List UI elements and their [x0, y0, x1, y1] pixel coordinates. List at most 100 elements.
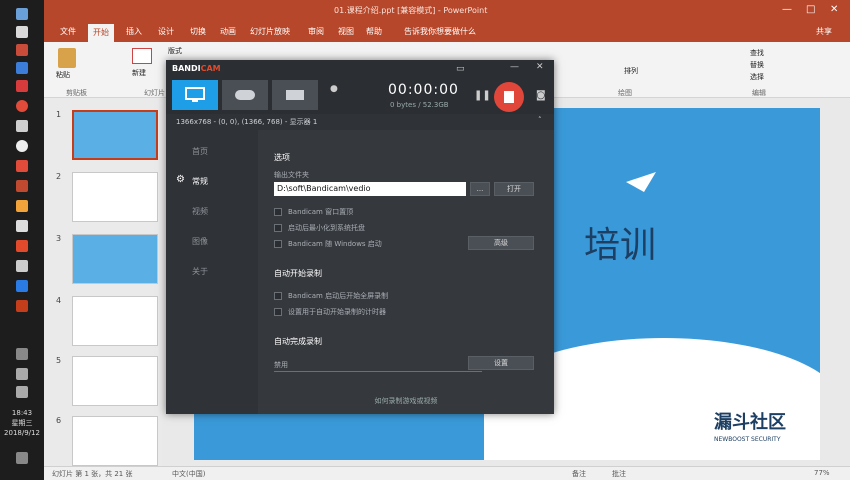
tab-insert[interactable]: 插入	[126, 26, 142, 37]
tab-file[interactable]: 文件	[60, 26, 76, 37]
new-slide-icon[interactable]	[132, 48, 152, 64]
select-button[interactable]: 选择	[750, 72, 764, 82]
zoom-level[interactable]: 77%	[814, 469, 830, 477]
record-button[interactable]	[494, 82, 524, 112]
app-icon[interactable]	[16, 280, 28, 292]
language-indicator[interactable]: 中文(中国)	[172, 469, 205, 479]
advanced-button[interactable]: 高级	[468, 236, 534, 250]
title-bar: 01.课程介绍.ppt [兼容模式] - PowerPoint — □ ✕	[44, 0, 850, 22]
tab-transitions[interactable]: 切换	[190, 26, 206, 37]
paste-button[interactable]: 粘贴	[56, 70, 70, 80]
layout-button[interactable]: 版式	[168, 46, 182, 56]
pause-icon[interactable]: ❚❚	[474, 90, 491, 101]
app-icon[interactable]	[16, 100, 28, 112]
slide-number: 2	[56, 172, 62, 181]
app-icon[interactable]	[16, 120, 28, 132]
app-icon[interactable]	[16, 240, 28, 252]
tab-slideshow[interactable]: 幻灯片放映	[250, 26, 290, 37]
share-button[interactable]: 共享	[816, 26, 832, 37]
nav-image[interactable]: 图像	[192, 236, 208, 247]
arrange-button[interactable]: 排列	[624, 66, 638, 76]
paste-icon[interactable]	[58, 48, 76, 68]
app-icon[interactable]	[16, 62, 28, 74]
app-icon[interactable]	[16, 220, 28, 232]
replace-button[interactable]: 替换	[750, 60, 764, 70]
screen-mode-button[interactable]	[172, 80, 218, 110]
notes-button[interactable]: 备注	[572, 469, 586, 479]
slide-thumbnail[interactable]	[72, 234, 158, 284]
run-on-startup-label: Bandicam 随 Windows 启动	[288, 240, 382, 248]
notification-icon[interactable]	[16, 452, 28, 464]
app-icon[interactable]	[16, 44, 28, 56]
app-icon[interactable]	[16, 80, 28, 92]
close-button[interactable]: ✕	[830, 4, 838, 15]
folder-icon[interactable]: ▭	[456, 64, 465, 74]
general-settings-panel: 选项 输出文件夹 D:\soft\Bandicam\vedio ... 打开 B…	[258, 130, 554, 414]
tell-me-search[interactable]: 告诉我你想要做什么	[404, 26, 476, 37]
app-icon[interactable]	[16, 180, 28, 192]
app-icon[interactable]	[16, 26, 28, 38]
drawing-group-label: 绘图	[618, 89, 632, 97]
powerpoint-icon[interactable]	[16, 300, 28, 312]
slide-number: 5	[56, 356, 62, 365]
always-on-top-label: Bandicam 窗口置顶	[288, 208, 354, 216]
collapse-icon[interactable]: ˄	[538, 116, 542, 124]
slide-thumbnail[interactable]	[72, 296, 158, 346]
bandicam-logo: BANDICAM	[172, 64, 221, 73]
tab-view[interactable]: 视图	[338, 26, 354, 37]
auto-fullscreen-checkbox[interactable]	[274, 292, 282, 300]
slide-thumbnail[interactable]	[72, 356, 158, 406]
network-icon[interactable]	[16, 386, 28, 398]
taskbar-clock[interactable]: 18:43 星期三 2018/9/12	[2, 408, 42, 438]
auto-complete-field[interactable]: 禁用	[274, 358, 482, 372]
camera-icon[interactable]: ◙	[536, 90, 546, 101]
tray-icon[interactable]	[16, 348, 28, 360]
game-recording-help-link[interactable]: 如何录制游戏或视频	[258, 396, 554, 406]
brand-logo: 漏斗社区 NEWBOOST SECURITY	[714, 408, 786, 443]
comments-button[interactable]: 批注	[612, 469, 626, 479]
logo-text-accent: CAM	[200, 64, 221, 73]
app-icon[interactable]	[16, 160, 28, 172]
game-mode-button[interactable]	[222, 80, 268, 110]
find-button[interactable]: 查找	[750, 48, 764, 58]
run-on-startup-checkbox[interactable]	[274, 240, 282, 248]
volume-icon[interactable]	[16, 368, 28, 380]
slide-thumbnail[interactable]	[72, 110, 158, 160]
device-mode-button[interactable]	[272, 80, 318, 110]
watermark-brand: 漏斗社区	[714, 412, 786, 433]
tab-design[interactable]: 设计	[158, 26, 174, 37]
tab-help[interactable]: 帮助	[366, 26, 382, 37]
always-on-top-checkbox[interactable]	[274, 208, 282, 216]
minimize-icon[interactable]: —	[510, 62, 519, 72]
app-icon[interactable]	[16, 200, 28, 212]
new-slide-button[interactable]: 新建	[132, 68, 146, 78]
nav-home[interactable]: 首页	[192, 146, 208, 157]
monitor-icon	[185, 87, 205, 102]
browse-button[interactable]: ...	[470, 182, 490, 196]
nav-about[interactable]: 关于	[192, 266, 208, 277]
slide-thumbnail[interactable]	[72, 172, 158, 222]
app-icon[interactable]	[16, 140, 28, 152]
tab-animations[interactable]: 动画	[220, 26, 236, 37]
slide-thumbnail[interactable]	[72, 416, 158, 466]
ribbon-tabs: 文件 开始 插入 设计 切换 动画 幻灯片放映 审阅 视图 帮助 告诉我你想要做…	[44, 22, 850, 42]
output-folder-input[interactable]: D:\soft\Bandicam\vedio	[274, 182, 466, 196]
auto-complete-settings-button[interactable]: 设置	[468, 356, 534, 370]
auto-timer-checkbox[interactable]	[274, 308, 282, 316]
webcam-icon[interactable]: ●	[330, 84, 338, 94]
tab-review[interactable]: 审阅	[308, 26, 324, 37]
nav-video[interactable]: 视频	[192, 206, 208, 217]
tab-home[interactable]: 开始	[88, 24, 114, 42]
record-icon	[504, 91, 514, 103]
app-icon[interactable]	[16, 8, 28, 20]
maximize-button[interactable]: □	[806, 4, 815, 15]
auto-complete-heading: 自动完成录制	[274, 337, 322, 346]
minimize-button[interactable]: —	[782, 4, 792, 15]
app-icon[interactable]	[16, 260, 28, 272]
capture-area-bar[interactable]: 1366x768 - (0, 0), (1366, 768) - 显示器 1 ˄	[166, 114, 554, 130]
minimize-to-tray-checkbox[interactable]	[274, 224, 282, 232]
close-icon[interactable]: ✕	[536, 62, 544, 72]
open-folder-button[interactable]: 打开	[494, 182, 534, 196]
nav-general[interactable]: 常规	[192, 176, 208, 187]
auto-timer-label: 设置用于自动开始录制的计时器	[288, 308, 386, 316]
